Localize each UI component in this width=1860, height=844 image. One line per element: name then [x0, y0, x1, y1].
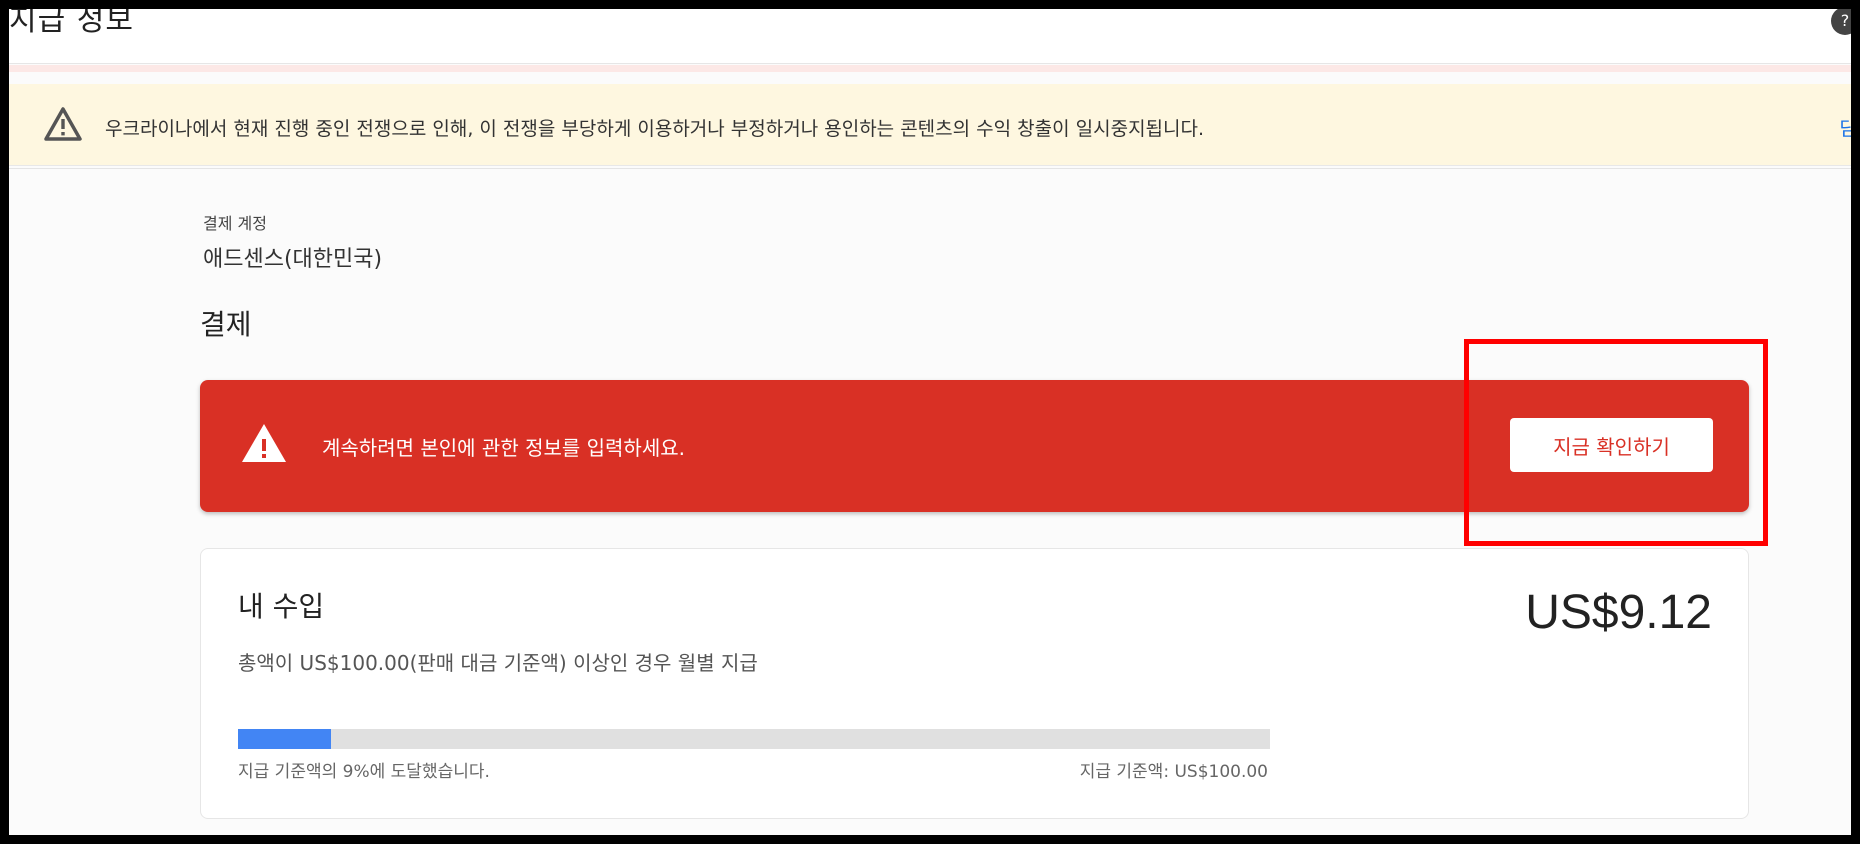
payment-threshold-progress: [238, 729, 1270, 749]
earnings-amount: US$9.12: [1525, 586, 1712, 639]
notice-banner: 우크라이나에서 현재 진행 중인 전쟁으로 인해, 이 전쟁을 부당하게 이용하…: [9, 84, 1851, 166]
earnings-description: 총액이 US$100.00(판매 대금 기준액) 이상인 경우 월별 지급: [238, 651, 758, 675]
verification-alert: 계속하려면 본인에 관한 정보를 입력하세요. 지금 확인하기: [200, 380, 1749, 512]
threshold-text: 지급 기준액: US$100.00: [1079, 762, 1268, 782]
progress-status-text: 지급 기준액의 9%에 도달했습니다.: [238, 762, 490, 782]
payment-section-title: 결제: [200, 308, 252, 341]
payment-account-label: 결제 계정: [203, 214, 267, 233]
app-window: 지급 정보 ? 우크라이나에서 현재 진행 중인 전쟁으로 인해, 이 전쟁을 …: [9, 9, 1851, 835]
divider: [9, 168, 1851, 169]
page-header: 지급 정보 ?: [9, 9, 1851, 64]
page-title: 지급 정보: [9, 9, 134, 38]
notice-text: 우크라이나에서 현재 진행 중인 전쟁으로 인해, 이 전쟁을 부당하게 이용하…: [105, 118, 1205, 140]
warning-icon: [242, 424, 286, 462]
status-strip: [9, 65, 1851, 72]
earnings-title: 내 수입: [238, 590, 325, 623]
notice-dismiss-link[interactable]: 닫: [1840, 114, 1851, 141]
warning-icon: [44, 107, 82, 141]
help-icon[interactable]: ?: [1831, 9, 1851, 35]
earnings-card: 내 수입 총액이 US$100.00(판매 대금 기준액) 이상인 경우 월별 …: [200, 548, 1749, 819]
progress-fill: [238, 729, 331, 749]
payment-account-value: 애드센스(대한민국): [203, 247, 383, 272]
alert-message: 계속하려면 본인에 관한 정보를 입력하세요.: [322, 436, 685, 460]
verify-now-button[interactable]: 지금 확인하기: [1510, 418, 1713, 472]
